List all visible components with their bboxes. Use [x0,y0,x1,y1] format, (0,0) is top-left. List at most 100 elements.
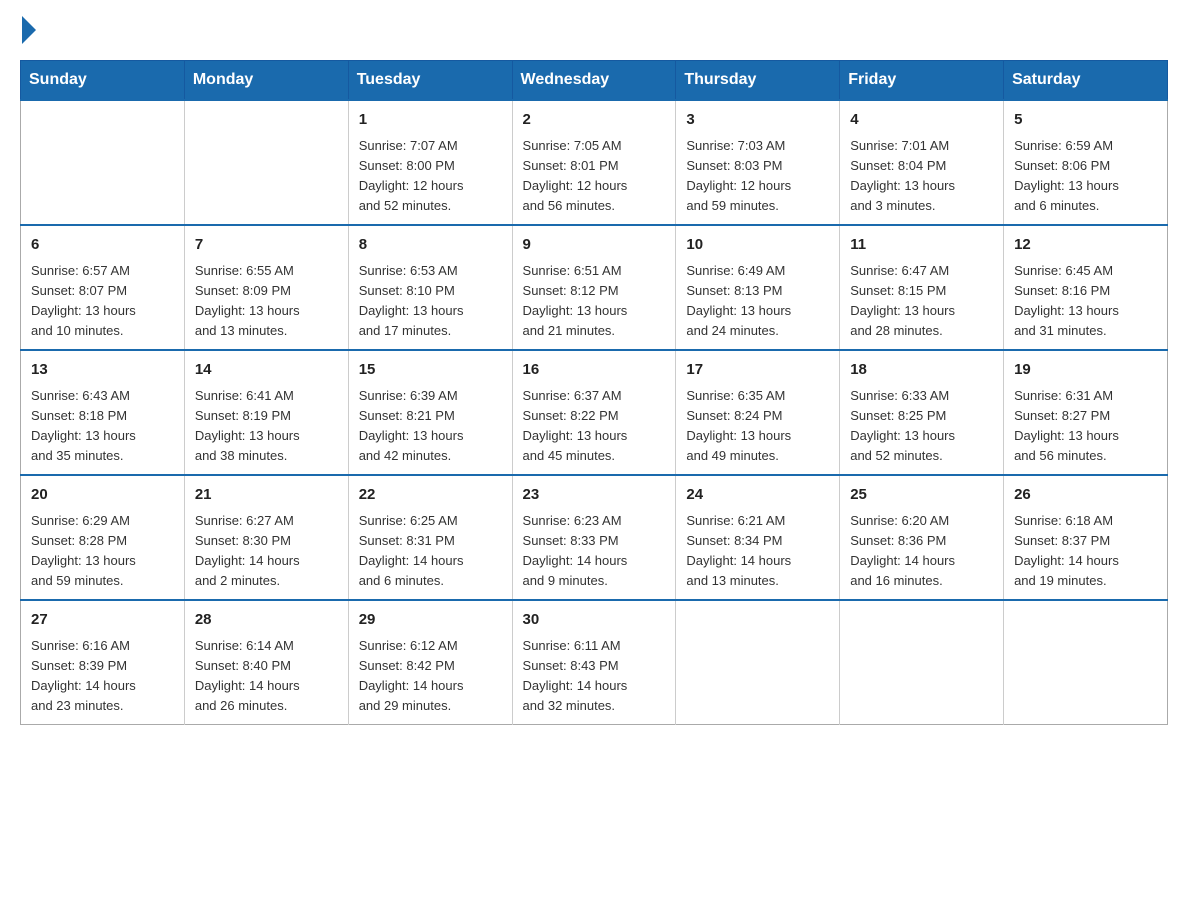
day-number: 27 [31,609,174,632]
calendar-cell: 26 Sunrise: 6:18 AM Sunset: 8:37 PM Dayli… [1004,475,1168,600]
day-info: Sunrise: 6:21 AM Sunset: 8:34 PM Dayligh… [686,511,829,592]
day-number: 15 [359,359,502,382]
day-info: Sunrise: 6:43 AM Sunset: 8:18 PM Dayligh… [31,386,174,467]
calendar-cell: 3 Sunrise: 7:03 AM Sunset: 8:03 PM Daylig… [676,100,840,225]
day-info: Sunrise: 6:35 AM Sunset: 8:24 PM Dayligh… [686,386,829,467]
day-number: 21 [195,484,338,507]
calendar-cell: 19Sunrise: 6:31 AM Sunset: 8:27 PM Dayli… [1004,350,1168,475]
calendar-cell: 25 Sunrise: 6:20 AM Sunset: 8:36 PM Dayli… [840,475,1004,600]
day-info: Sunrise: 6:39 AM Sunset: 8:21 PM Dayligh… [359,386,502,467]
day-info: Sunrise: 6:55 AM Sunset: 8:09 PM Dayligh… [195,261,338,342]
calendar-cell: 13 Sunrise: 6:43 AM Sunset: 8:18 PM Dayli… [21,350,185,475]
day-info: Sunrise: 6:59 AM Sunset: 8:06 PM Dayligh… [1014,136,1157,217]
calendar-week-row: 20 Sunrise: 6:29 AM Sunset: 8:28 PM Dayli… [21,475,1168,600]
day-info: Sunrise: 6:37 AM Sunset: 8:22 PM Dayligh… [523,386,666,467]
calendar-cell: 17 Sunrise: 6:35 AM Sunset: 8:24 PM Dayli… [676,350,840,475]
day-info: Sunrise: 6:49 AM Sunset: 8:13 PM Dayligh… [686,261,829,342]
day-number: 26 [1014,484,1157,507]
logo [20,20,40,40]
calendar-week-row: 13 Sunrise: 6:43 AM Sunset: 8:18 PM Dayli… [21,350,1168,475]
day-info: Sunrise: 7:07 AM Sunset: 8:00 PM Dayligh… [359,136,502,217]
day-number: 14 [195,359,338,382]
day-number: 24 [686,484,829,507]
day-number: 2 [523,109,666,132]
day-number: 29 [359,609,502,632]
day-number: 6 [31,234,174,257]
calendar-cell [840,600,1004,725]
weekday-header-wednesday: Wednesday [512,61,676,101]
calendar-week-row: 1Sunrise: 7:07 AM Sunset: 8:00 PM Daylig… [21,100,1168,225]
calendar-cell: 1Sunrise: 7:07 AM Sunset: 8:00 PM Daylig… [348,100,512,225]
day-info: Sunrise: 6:20 AM Sunset: 8:36 PM Dayligh… [850,511,993,592]
day-info: Sunrise: 6:57 AM Sunset: 8:07 PM Dayligh… [31,261,174,342]
day-info: Sunrise: 6:23 AM Sunset: 8:33 PM Dayligh… [523,511,666,592]
page-header [20,20,1168,40]
calendar-cell [1004,600,1168,725]
calendar-cell: 22 Sunrise: 6:25 AM Sunset: 8:31 PM Dayli… [348,475,512,600]
day-number: 28 [195,609,338,632]
day-number: 5 [1014,109,1157,132]
day-info: Sunrise: 6:16 AM Sunset: 8:39 PM Dayligh… [31,636,174,717]
weekday-header-monday: Monday [184,61,348,101]
calendar-cell: 30 Sunrise: 6:11 AM Sunset: 8:43 PM Dayli… [512,600,676,725]
calendar-cell: 5 Sunrise: 6:59 AM Sunset: 8:06 PM Daylig… [1004,100,1168,225]
calendar-cell: 8 Sunrise: 6:53 AM Sunset: 8:10 PM Daylig… [348,225,512,350]
day-number: 3 [686,109,829,132]
weekday-header-friday: Friday [840,61,1004,101]
calendar-cell: 27 Sunrise: 6:16 AM Sunset: 8:39 PM Dayli… [21,600,185,725]
calendar-cell: 16 Sunrise: 6:37 AM Sunset: 8:22 PM Dayli… [512,350,676,475]
day-info: Sunrise: 6:27 AM Sunset: 8:30 PM Dayligh… [195,511,338,592]
day-number: 7 [195,234,338,257]
calendar-cell [184,100,348,225]
weekday-header-row: SundayMondayTuesdayWednesdayThursdayFrid… [21,61,1168,101]
calendar-week-row: 27 Sunrise: 6:16 AM Sunset: 8:39 PM Dayli… [21,600,1168,725]
day-number: 9 [523,234,666,257]
calendar-cell [21,100,185,225]
calendar-cell: 6 Sunrise: 6:57 AM Sunset: 8:07 PM Daylig… [21,225,185,350]
calendar-cell: 2 Sunrise: 7:05 AM Sunset: 8:01 PM Daylig… [512,100,676,225]
calendar-cell: 11 Sunrise: 6:47 AM Sunset: 8:15 PM Dayli… [840,225,1004,350]
day-number: 25 [850,484,993,507]
calendar-cell [676,600,840,725]
day-info: Sunrise: 6:31 AM Sunset: 8:27 PM Dayligh… [1014,386,1157,467]
day-info: Sunrise: 7:03 AM Sunset: 8:03 PM Dayligh… [686,136,829,217]
day-info: Sunrise: 6:45 AM Sunset: 8:16 PM Dayligh… [1014,261,1157,342]
day-number: 13 [31,359,174,382]
day-info: Sunrise: 6:33 AM Sunset: 8:25 PM Dayligh… [850,386,993,467]
day-info: Sunrise: 6:29 AM Sunset: 8:28 PM Dayligh… [31,511,174,592]
day-info: Sunrise: 6:53 AM Sunset: 8:10 PM Dayligh… [359,261,502,342]
weekday-header-tuesday: Tuesday [348,61,512,101]
calendar-cell: 4 Sunrise: 7:01 AM Sunset: 8:04 PM Daylig… [840,100,1004,225]
day-number: 18 [850,359,993,382]
calendar-week-row: 6 Sunrise: 6:57 AM Sunset: 8:07 PM Daylig… [21,225,1168,350]
day-info: Sunrise: 6:41 AM Sunset: 8:19 PM Dayligh… [195,386,338,467]
day-number: 30 [523,609,666,632]
day-info: Sunrise: 6:25 AM Sunset: 8:31 PM Dayligh… [359,511,502,592]
calendar-cell: 10 Sunrise: 6:49 AM Sunset: 8:13 PM Dayli… [676,225,840,350]
day-number: 10 [686,234,829,257]
calendar-cell: 23 Sunrise: 6:23 AM Sunset: 8:33 PM Dayli… [512,475,676,600]
calendar-cell: 28Sunrise: 6:14 AM Sunset: 8:40 PM Dayli… [184,600,348,725]
day-info: Sunrise: 6:12 AM Sunset: 8:42 PM Dayligh… [359,636,502,717]
day-number: 11 [850,234,993,257]
day-info: Sunrise: 7:05 AM Sunset: 8:01 PM Dayligh… [523,136,666,217]
calendar-cell: 20 Sunrise: 6:29 AM Sunset: 8:28 PM Dayli… [21,475,185,600]
calendar-cell: 29 Sunrise: 6:12 AM Sunset: 8:42 PM Dayli… [348,600,512,725]
day-info: Sunrise: 6:47 AM Sunset: 8:15 PM Dayligh… [850,261,993,342]
day-info: Sunrise: 6:51 AM Sunset: 8:12 PM Dayligh… [523,261,666,342]
calendar-cell: 7 Sunrise: 6:55 AM Sunset: 8:09 PM Daylig… [184,225,348,350]
day-number: 16 [523,359,666,382]
calendar-cell: 24 Sunrise: 6:21 AM Sunset: 8:34 PM Dayli… [676,475,840,600]
day-info: Sunrise: 6:11 AM Sunset: 8:43 PM Dayligh… [523,636,666,717]
day-number: 17 [686,359,829,382]
day-info: Sunrise: 7:01 AM Sunset: 8:04 PM Dayligh… [850,136,993,217]
day-number: 20 [31,484,174,507]
day-info: Sunrise: 6:18 AM Sunset: 8:37 PM Dayligh… [1014,511,1157,592]
weekday-header-saturday: Saturday [1004,61,1168,101]
day-number: 4 [850,109,993,132]
calendar-table: SundayMondayTuesdayWednesdayThursdayFrid… [20,60,1168,725]
day-number: 12 [1014,234,1157,257]
day-number: 8 [359,234,502,257]
day-number: 23 [523,484,666,507]
day-number: 22 [359,484,502,507]
